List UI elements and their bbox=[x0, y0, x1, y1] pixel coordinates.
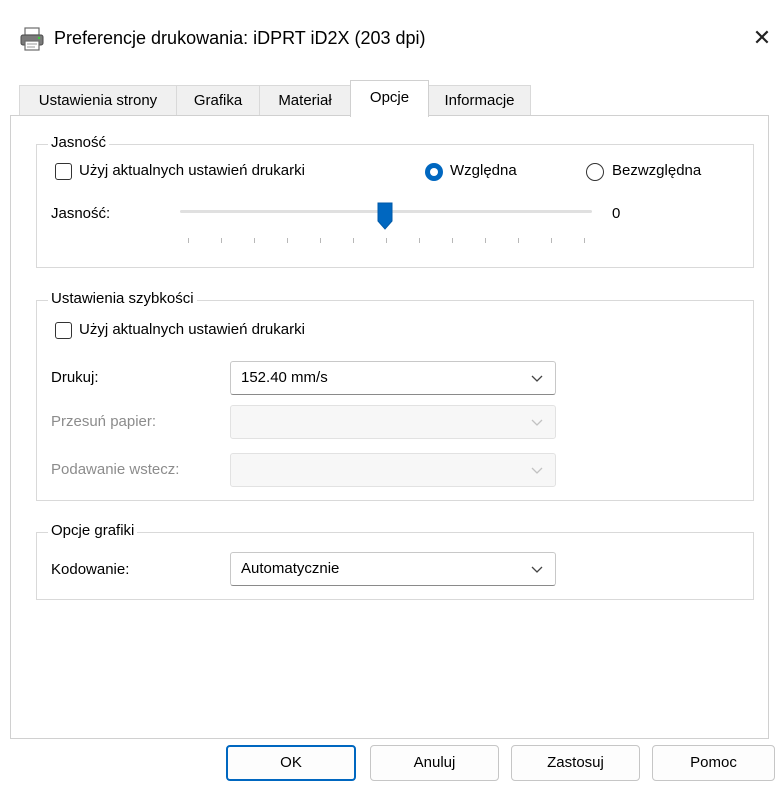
tab-label: Informacje bbox=[444, 92, 515, 109]
tab-label: Opcje bbox=[369, 89, 410, 106]
slider-tick bbox=[221, 238, 222, 243]
ok-button[interactable]: OK bbox=[226, 745, 356, 781]
tab-label: Grafika bbox=[193, 92, 243, 109]
backfeed-speed-select[interactable] bbox=[230, 453, 556, 487]
speed-use-printer-label: Użyj aktualnych ustawień drukarki bbox=[79, 321, 305, 338]
brightness-slider-thumb[interactable] bbox=[377, 202, 393, 230]
close-icon: ✕ bbox=[752, 25, 772, 50]
slider-tick bbox=[518, 238, 519, 243]
relative-radio-label: Względna bbox=[450, 162, 517, 179]
slider-tick bbox=[254, 238, 255, 243]
tab-information[interactable]: Informacje bbox=[428, 85, 531, 116]
help-button[interactable]: Pomoc bbox=[652, 745, 775, 781]
tab-label: Ustawienia strony bbox=[38, 92, 158, 109]
chevron-down-icon bbox=[531, 566, 543, 573]
relative-radio[interactable] bbox=[425, 163, 443, 181]
print-speed-value: 152.40 mm/s bbox=[241, 369, 328, 386]
feed-speed-select[interactable] bbox=[230, 405, 556, 439]
brightness-use-printer-checkbox[interactable] bbox=[55, 163, 72, 180]
backfeed-speed-label: Podawanie wstecz: bbox=[51, 461, 180, 478]
slider-tick bbox=[287, 238, 288, 243]
absolute-radio[interactable] bbox=[586, 163, 604, 181]
print-speed-select[interactable]: 152.40 mm/s bbox=[230, 361, 556, 395]
slider-tick bbox=[320, 238, 321, 243]
printer-icon bbox=[20, 27, 44, 51]
close-button[interactable]: ✕ bbox=[748, 24, 776, 52]
apply-button[interactable]: Zastosuj bbox=[511, 745, 640, 781]
tab-page-setup[interactable]: Ustawienia strony bbox=[19, 85, 177, 116]
tab-label: Materiał bbox=[278, 92, 332, 109]
chevron-down-icon bbox=[531, 419, 543, 426]
slider-tick bbox=[551, 238, 552, 243]
chevron-down-icon bbox=[531, 467, 543, 474]
slider-tick bbox=[188, 238, 189, 243]
absolute-radio-label: Bezwzględna bbox=[612, 162, 702, 179]
slider-tick bbox=[485, 238, 486, 243]
encoding-select[interactable]: Automatycznie bbox=[230, 552, 556, 586]
slider-tick bbox=[419, 238, 420, 243]
speed-group-label: Ustawienia szybkości bbox=[48, 290, 197, 307]
brightness-group-label: Jasność bbox=[48, 134, 110, 151]
encoding-label: Kodowanie: bbox=[51, 561, 130, 578]
feed-speed-label: Przesuń papier: bbox=[51, 413, 157, 430]
cancel-button[interactable]: Anuluj bbox=[370, 745, 499, 781]
slider-tick bbox=[353, 238, 354, 243]
chevron-down-icon bbox=[531, 375, 543, 382]
speed-use-printer-checkbox[interactable] bbox=[55, 322, 72, 339]
brightness-slider-label: Jasność: bbox=[51, 205, 111, 222]
tab-graphics[interactable]: Grafika bbox=[176, 85, 260, 116]
encoding-value: Automatycznie bbox=[241, 560, 340, 577]
print-speed-label: Drukuj: bbox=[51, 369, 99, 386]
brightness-slider-value: 0 bbox=[612, 205, 621, 222]
tab-options[interactable]: Opcje bbox=[350, 80, 429, 117]
graphics-options-group-label: Opcje grafiki bbox=[48, 522, 138, 539]
tab-material[interactable]: Materiał bbox=[259, 85, 351, 116]
brightness-use-printer-label: Użyj aktualnych ustawień drukarki bbox=[79, 162, 305, 179]
slider-tick bbox=[452, 238, 453, 243]
slider-tick bbox=[584, 238, 585, 243]
slider-tick bbox=[386, 238, 387, 243]
window-title: Preferencje drukowania: iDPRT iD2X (203 … bbox=[54, 28, 426, 48]
